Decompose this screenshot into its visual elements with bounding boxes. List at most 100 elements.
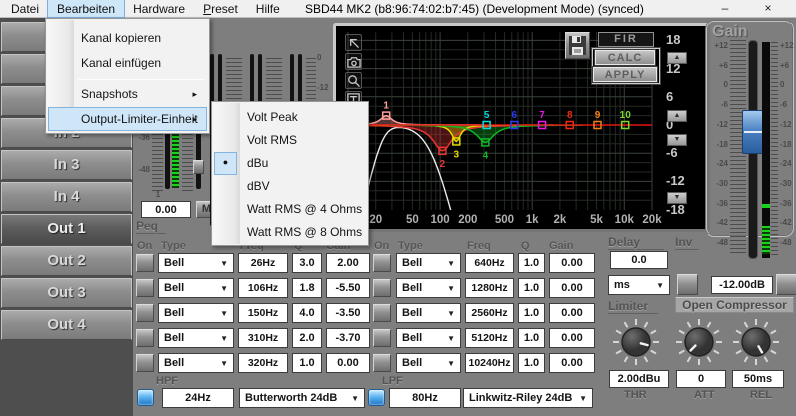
band-gain-input[interactable]: 0.00 [549, 328, 595, 348]
band-q-input[interactable]: 1.0 [292, 353, 322, 373]
menu-item-dbv[interactable]: dBV [215, 176, 365, 197]
menubar-item-hardware[interactable]: Hardware [124, 0, 194, 17]
band-q-input[interactable]: 4.0 [292, 303, 322, 323]
menu-item-snapshots[interactable]: Snapshots▸ [49, 83, 206, 105]
band-freq-input[interactable]: 106Hz [238, 278, 288, 298]
menu-item-watt-rms-4-ohms[interactable]: Watt RMS @ 4 Ohms [215, 199, 365, 220]
band-type-select[interactable]: Bell▼ [158, 353, 234, 373]
band-freq-input[interactable]: 150Hz [238, 303, 288, 323]
band-type-select[interactable]: Bell▼ [396, 328, 461, 348]
band-gain-input[interactable]: 0.00 [549, 353, 595, 373]
snapshot-camera-button[interactable] [345, 53, 362, 70]
sidebar-channel-out-1[interactable]: Out 1 [1, 214, 132, 244]
band-gain-input[interactable]: 0.00 [549, 303, 595, 323]
band-enable-button[interactable] [136, 254, 154, 272]
knob-value-thr[interactable]: 2.00dBu [609, 370, 669, 388]
limiter-enable-button[interactable] [776, 274, 796, 295]
invert-button[interactable] [677, 274, 698, 295]
band-q-input[interactable]: 2.0 [292, 328, 322, 348]
band-type-select[interactable]: Bell▼ [396, 278, 461, 298]
menu-item-volt-rms[interactable]: Volt RMS [215, 130, 365, 151]
menubar-item-hilfe[interactable]: Hilfe [247, 0, 289, 17]
band-q-input[interactable]: 1.8 [292, 278, 322, 298]
menubar-item-datei[interactable]: Datei [2, 0, 48, 17]
menu-item-kanal-einfügen[interactable]: Kanal einfügen [49, 52, 206, 74]
knob-rel[interactable] [728, 314, 784, 370]
zoom-button[interactable] [345, 72, 362, 89]
hpf-freq-input[interactable]: 24Hz [162, 388, 234, 408]
band-gain-input[interactable]: 0.00 [326, 353, 370, 373]
band-freq-input[interactable]: 1280Hz [465, 278, 514, 298]
scale-up-button[interactable]: ▲ [667, 52, 687, 64]
band-type-select[interactable]: Bell▼ [396, 253, 461, 273]
scale-up-button[interactable]: ▲ [667, 110, 687, 122]
band-enable-button[interactable] [373, 304, 391, 322]
band-q-input[interactable]: 1.0 [518, 328, 545, 348]
band-gain-input[interactable]: 0.00 [549, 278, 595, 298]
band-q-input[interactable]: 1.0 [518, 278, 545, 298]
sidebar-channel-in-4[interactable]: In 4 [1, 182, 132, 212]
menu-item-kanal-kopieren[interactable]: Kanal kopieren [49, 27, 206, 49]
lpf-type-select[interactable]: Linkwitz-Riley 24dB ▼ [463, 388, 593, 408]
band-freq-input[interactable]: 10240Hz [465, 353, 514, 373]
band-type-select[interactable]: Bell▼ [158, 253, 234, 273]
close-button[interactable]: × [755, 1, 781, 16]
meter-fader-handle[interactable] [193, 160, 204, 174]
band-q-input[interactable]: 3.0 [292, 253, 322, 273]
band-enable-button[interactable] [373, 354, 391, 372]
menu-item-watt-rms-8-ohms[interactable]: Watt RMS @ 8 Ohms [215, 222, 365, 243]
band-freq-input[interactable]: 320Hz [238, 353, 288, 373]
band-enable-button[interactable] [373, 279, 391, 297]
knob-thr[interactable] [608, 314, 664, 370]
sidebar-channel-out-2[interactable]: Out 2 [1, 246, 132, 276]
band-gain-input[interactable]: 2.00 [326, 253, 370, 273]
band-gain-input[interactable]: -5.50 [326, 278, 370, 298]
pan-reset-button[interactable] [345, 34, 362, 51]
band-freq-input[interactable]: 26Hz [238, 253, 288, 273]
delay-value-input[interactable]: 0.0 [610, 251, 668, 269]
channel-gain-value[interactable]: 0.00 [141, 201, 191, 218]
band-gain-input[interactable]: 0.00 [549, 253, 595, 273]
band-type-select[interactable]: Bell▼ [158, 328, 234, 348]
band-type-select[interactable]: Bell▼ [396, 303, 461, 323]
band-q-input[interactable]: 1.0 [518, 303, 545, 323]
band-q-input[interactable]: 1.0 [518, 353, 545, 373]
hpf-type-select[interactable]: Butterworth 24dB ▼ [239, 388, 365, 408]
lpf-enable-checkbox[interactable] [368, 389, 385, 406]
limiter-threshold-input[interactable]: -12.00dB [711, 276, 773, 294]
scale-down-button[interactable]: ▼ [667, 134, 687, 146]
band-freq-input[interactable]: 640Hz [465, 253, 514, 273]
knob-value-att[interactable]: 0 [676, 370, 726, 388]
open-compressor-button[interactable]: Open Compressor [675, 297, 794, 313]
band-enable-button[interactable] [136, 279, 154, 297]
band-enable-button[interactable] [373, 254, 391, 272]
band-gain-input[interactable]: -3.50 [326, 303, 370, 323]
calc-button[interactable]: CALC [595, 50, 655, 65]
band-enable-button[interactable] [373, 329, 391, 347]
delay-unit-select[interactable]: ms ▼ [608, 275, 670, 295]
lpf-freq-input[interactable]: 80Hz [389, 388, 461, 408]
band-q-input[interactable]: 1.0 [518, 253, 545, 273]
band-freq-input[interactable]: 5120Hz [465, 328, 514, 348]
band-type-select[interactable]: Bell▼ [158, 278, 234, 298]
apply-button[interactable]: APPLY [593, 67, 657, 82]
band-type-select[interactable]: Bell▼ [396, 353, 461, 373]
sidebar-channel-in-3[interactable]: In 3 [1, 150, 132, 180]
knob-value-rel[interactable]: 50ms [732, 370, 784, 388]
minimize-button[interactable]: – [712, 1, 738, 16]
menu-item-volt-peak[interactable]: Volt Peak [215, 107, 365, 128]
band-gain-input[interactable]: -3.70 [326, 328, 370, 348]
menubar-item-preset[interactable]: Preset [194, 0, 247, 17]
band-freq-input[interactable]: 310Hz [238, 328, 288, 348]
sidebar-channel-out-3[interactable]: Out 3 [1, 278, 132, 308]
menubar-item-bearbeiten[interactable]: Bearbeiten [48, 0, 124, 17]
band-enable-button[interactable] [136, 329, 154, 347]
band-enable-button[interactable] [136, 354, 154, 372]
band-enable-button[interactable] [136, 304, 154, 322]
hpf-enable-checkbox[interactable] [137, 389, 154, 406]
gain-fader-handle[interactable] [742, 110, 764, 154]
save-curve-button[interactable] [565, 32, 590, 59]
fir-toggle-button[interactable]: FIR [598, 32, 654, 47]
scale-down-button[interactable]: ▼ [667, 192, 687, 204]
band-freq-input[interactable]: 2560Hz [465, 303, 514, 323]
